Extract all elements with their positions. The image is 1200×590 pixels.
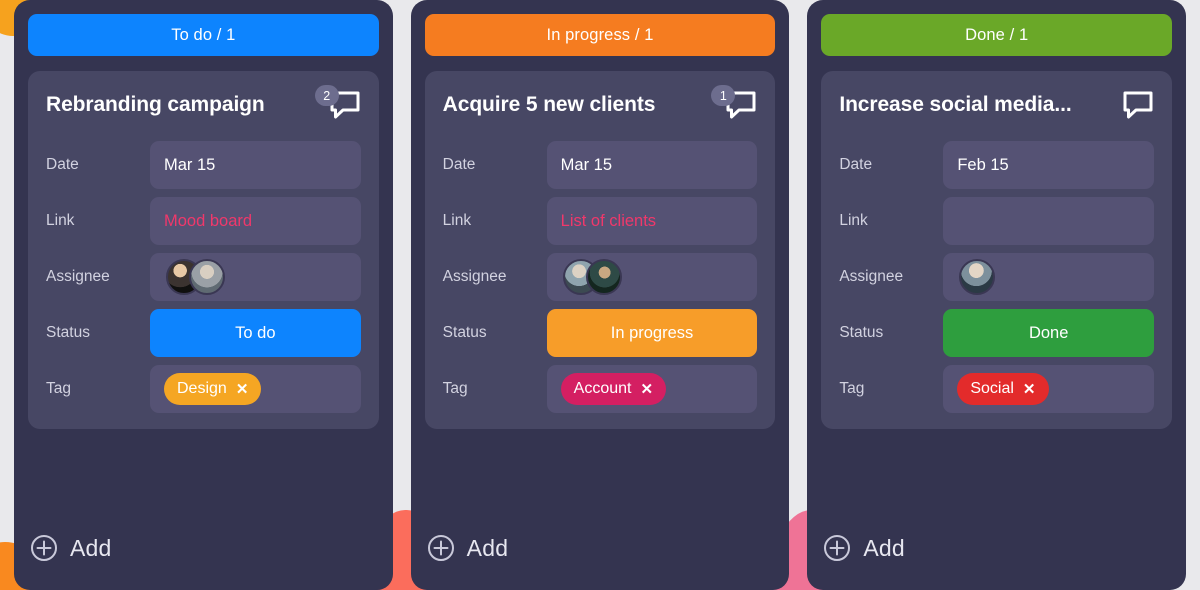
close-icon[interactable]: ✕ (1023, 382, 1036, 397)
tag-label: Design (177, 380, 227, 397)
field-label-date: Date (839, 156, 873, 173)
add-card-button[interactable]: Add (28, 506, 379, 590)
kanban-column-in-progress: In progress / 1 Acquire 5 new clients 1 … (410, 0, 790, 590)
field-value-date[interactable]: Mar 15 (150, 141, 361, 189)
field-label-link: Link (442, 212, 472, 229)
field-label-tag: Tag (46, 380, 71, 397)
tag-badge[interactable]: Design ✕ (164, 373, 262, 405)
task-card[interactable]: Acquire 5 new clients 1 Date Mar 15 Link… (424, 71, 776, 429)
field-value-status[interactable]: Done (943, 309, 1155, 357)
field-value-tag[interactable]: Account ✕ (546, 365, 758, 413)
field-row-link: Link (839, 197, 1155, 245)
field-row-assignee: Assignee (46, 253, 361, 301)
field-row-link: Link Mood board (46, 197, 361, 245)
kanban-column-todo: To do / 1 Rebranding campaign 2 Date Mar… (14, 0, 393, 590)
field-value-tag[interactable]: Social ✕ (943, 365, 1155, 413)
status-badge[interactable]: Done (943, 309, 1155, 357)
column-spacer (28, 429, 379, 506)
add-card-button[interactable]: Add (821, 506, 1172, 590)
field-value-assignee[interactable] (546, 253, 758, 301)
card-title-row: Acquire 5 new clients 1 (443, 85, 758, 125)
field-row-status: Status In progress (443, 309, 758, 357)
field-row-tag: Tag Account ✕ (443, 365, 758, 413)
field-label-link: Link (839, 212, 868, 229)
card-title-row: Increase social media... (839, 85, 1154, 125)
tag-label: Social (970, 380, 1014, 397)
task-card[interactable]: Increase social media... Date Feb 15 Lin… (821, 71, 1173, 429)
comment-indicator[interactable] (1108, 85, 1154, 125)
field-row-date: Date Mar 15 (46, 141, 361, 189)
add-card-button[interactable]: Add (425, 506, 776, 590)
avatar-group (561, 259, 622, 295)
field-value-link[interactable]: Mood board (150, 197, 361, 245)
field-row-date: Date Feb 15 (839, 141, 1155, 189)
field-label-assignee: Assignee (46, 268, 110, 285)
avatar (189, 259, 225, 295)
plus-circle-icon (427, 534, 455, 562)
field-value-link[interactable] (943, 197, 1155, 245)
avatar-group (957, 259, 996, 295)
add-card-label: Add (70, 534, 112, 561)
field-value-link[interactable]: List of clients (546, 197, 758, 245)
column-spacer (821, 429, 1172, 506)
comment-bubble-icon (1122, 91, 1154, 119)
field-value-status[interactable]: To do (150, 309, 361, 357)
tag-badge[interactable]: Social ✕ (957, 373, 1049, 405)
field-row-link: Link List of clients (443, 197, 758, 245)
field-value-assignee[interactable] (150, 253, 361, 301)
tag-badge[interactable]: Account ✕ (560, 373, 667, 405)
field-label-tag: Tag (839, 380, 865, 397)
comment-count-badge: 1 (711, 85, 736, 106)
column-header-in-progress[interactable]: In progress / 1 (424, 14, 776, 56)
close-icon[interactable]: ✕ (640, 382, 653, 397)
column-spacer (425, 429, 776, 506)
field-value-date[interactable]: Feb 15 (943, 141, 1155, 189)
close-icon[interactable]: ✕ (236, 382, 249, 397)
comment-indicator[interactable]: 1 (711, 85, 757, 125)
kanban-column-done: Done / 1 Increase social media... Date F… (807, 0, 1187, 590)
field-row-status: Status Done (839, 309, 1155, 357)
add-card-label: Add (466, 534, 509, 561)
field-label-status: Status (839, 324, 884, 341)
field-value-date[interactable]: Mar 15 (546, 141, 758, 189)
tag-label: Account (573, 380, 632, 397)
field-label-assignee: Assignee (442, 268, 507, 285)
column-header-todo[interactable]: To do / 1 (28, 14, 379, 56)
field-row-tag: Tag Design ✕ (46, 365, 361, 413)
field-row-date: Date Mar 15 (443, 141, 758, 189)
add-card-label: Add (863, 534, 905, 561)
field-value-status[interactable]: In progress (546, 309, 758, 357)
status-badge[interactable]: To do (150, 309, 361, 357)
field-label-status: Status (442, 324, 487, 341)
field-label-date: Date (442, 156, 476, 173)
plus-circle-icon (30, 534, 58, 562)
task-card[interactable]: Rebranding campaign 2 Date Mar 15 Link M… (28, 71, 379, 429)
card-title: Rebranding campaign (46, 93, 265, 116)
field-label-link: Link (46, 212, 75, 229)
plus-circle-icon (823, 534, 851, 562)
comment-indicator[interactable]: 2 (314, 85, 361, 125)
comment-count-badge: 2 (314, 85, 339, 106)
field-row-tag: Tag Social ✕ (839, 365, 1155, 413)
card-title: Increase social media... (839, 93, 1072, 116)
avatar-group (164, 259, 225, 295)
field-row-status: Status To do (46, 309, 361, 357)
field-label-tag: Tag (442, 380, 468, 397)
kanban-board: To do / 1 Rebranding campaign 2 Date Mar… (0, 0, 1200, 590)
avatar (959, 259, 996, 295)
field-value-assignee[interactable] (943, 253, 1155, 301)
card-title: Acquire 5 new clients (442, 93, 656, 116)
field-label-status: Status (46, 324, 90, 341)
avatar (585, 259, 622, 295)
field-row-assignee: Assignee (839, 253, 1155, 301)
card-title-row: Rebranding campaign 2 (46, 85, 361, 125)
field-label-assignee: Assignee (839, 268, 904, 285)
field-value-tag[interactable]: Design ✕ (150, 365, 361, 413)
field-label-date: Date (46, 156, 79, 173)
column-header-done[interactable]: Done / 1 (821, 14, 1173, 56)
field-row-assignee: Assignee (443, 253, 758, 301)
status-badge[interactable]: In progress (546, 309, 758, 357)
